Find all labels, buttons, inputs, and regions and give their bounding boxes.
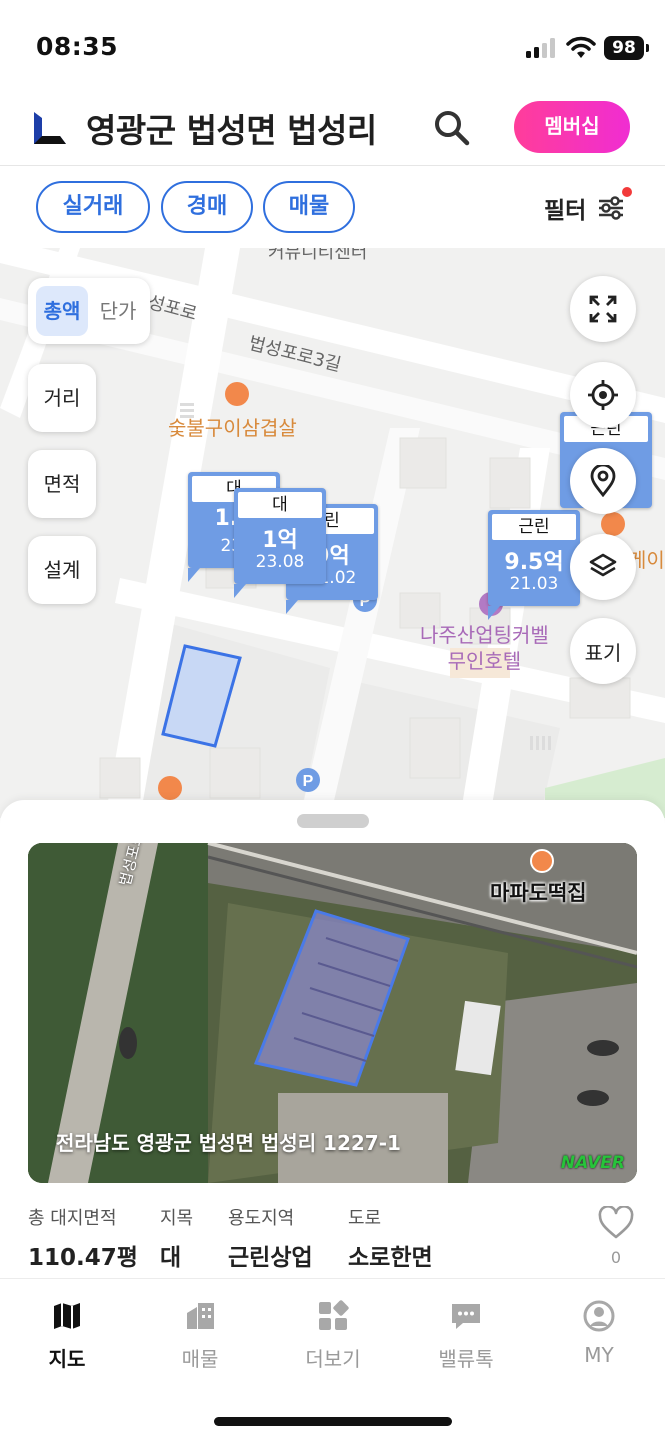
info-road: 도로 소로한면 (348, 1204, 433, 1272)
tab-more[interactable]: 더보기 (288, 1299, 378, 1372)
property-bottom-sheet: 법성포로3길 마파도떡집 전라남도 영광군 법성면 법성리 1227-1 NAV… (0, 800, 665, 1278)
tab-valuetalk[interactable]: 밸류톡 (421, 1299, 511, 1372)
layers-icon (589, 553, 617, 577)
tab-label: 매물 (181, 1347, 219, 1371)
satellite-image[interactable]: 법성포로3길 마파도떡집 전라남도 영광군 법성면 법성리 1227-1 NAV… (28, 843, 637, 1183)
display-options-label: 표기 (584, 640, 622, 665)
membership-button[interactable]: 멤버십 (514, 101, 630, 153)
tab-listing[interactable]: 매물 (155, 1299, 245, 1372)
marker-tail (234, 584, 246, 598)
filter-active-dot (622, 187, 633, 197)
info-label: 총 대지면적 (28, 1208, 117, 1229)
heart-icon (598, 1205, 634, 1239)
wifi-icon (566, 36, 596, 58)
parcel-address: 전라남도 영광군 법성면 법성리 1227-1 (56, 1131, 401, 1155)
chip-auction[interactable]: 경매 (161, 181, 253, 233)
price-mode-toggle: 총액 단가 (28, 278, 150, 344)
grid-icon (319, 1300, 349, 1330)
tab-map[interactable]: 지도 (22, 1299, 112, 1372)
marker-tail (286, 600, 298, 614)
hotel-name-line2: 무인호텔 (447, 649, 522, 673)
layers-button[interactable] (570, 534, 636, 600)
status-time: 08:35 (36, 32, 119, 61)
price-marker[interactable]: 근린 9.5억 21.03 (488, 510, 580, 620)
status-bar: 08:35 98 (0, 0, 665, 96)
tab-label: 더보기 (305, 1347, 361, 1371)
bottom-tab-bar: 지도 매물 더보기 밸류톡 MY (0, 1278, 665, 1440)
place-label-restaurant[interactable]: 숯불구이삼겹살 (168, 412, 297, 441)
info-label: 도로 (348, 1208, 382, 1229)
chip-listing[interactable]: 매물 (263, 181, 355, 233)
like-button[interactable]: 0 (592, 1205, 640, 1267)
display-options-button[interactable]: 표기 (570, 618, 636, 684)
like-count: 0 (610, 1248, 622, 1267)
info-value: 소로한면 (348, 1245, 433, 1271)
marker-amount: 1억 (262, 528, 298, 553)
building-icon (187, 1303, 214, 1329)
parcel-info-row: 총 대지면적 110.47평 지목 대 용도지역 근린상업 도로 소로한면 (28, 1204, 628, 1274)
app-logo-icon[interactable] (30, 108, 70, 148)
marker-amount: 9.5억 (504, 550, 564, 575)
location-pin-icon (590, 465, 616, 497)
sheet-drag-handle[interactable] (297, 814, 369, 828)
marker-tag: 근린 (492, 514, 576, 540)
svg-text:P: P (303, 773, 314, 790)
area-button[interactable]: 면적 (28, 450, 96, 518)
user-icon (583, 1300, 615, 1332)
pin-button[interactable] (570, 448, 636, 514)
chip-real-transaction[interactable]: 실거래 (36, 181, 150, 233)
info-label: 지목 (160, 1208, 194, 1229)
search-icon[interactable] (432, 108, 472, 148)
home-indicator (214, 1417, 452, 1426)
marker-date: 23.08 (255, 552, 305, 572)
design-button[interactable]: 설계 (28, 536, 96, 604)
map-icon (54, 1303, 80, 1329)
info-label: 용도지역 (228, 1208, 295, 1229)
hotel-name-line1: 나주산업팅커벨 (420, 623, 549, 647)
cellular-signal-icon (526, 38, 555, 58)
map-label-community-center: 커뮤니티센터 (268, 248, 368, 263)
filter-chips-row: 실거래 경매 매물 필터 (0, 167, 665, 247)
satellite-place-label: 마파도떡집 (490, 881, 587, 905)
fullscreen-button[interactable] (570, 276, 636, 342)
expand-icon (589, 295, 617, 323)
info-value: 근린상업 (228, 1245, 313, 1271)
toggle-unit-price[interactable]: 단가 (92, 286, 144, 336)
tab-my[interactable]: MY (554, 1299, 644, 1367)
place-label-hotel[interactable]: 나주산업팅커벨 무인호텔 (420, 622, 549, 674)
distance-button[interactable]: 거리 (28, 364, 96, 432)
map-view[interactable]: P P 커뮤니티센터 성포로 법성포로3길 숯불구이삼겹살 나주산업팅커벨 무인… (0, 248, 665, 818)
battery-indicator: 98 (604, 36, 649, 60)
my-location-button[interactable] (570, 362, 636, 428)
map-provider-logo: NAVER (560, 1153, 625, 1173)
marker-tag: 대 (238, 492, 322, 518)
app-header: 영광군 법성면 법성리 멤버십 (0, 96, 665, 166)
chat-icon (452, 1304, 480, 1329)
marker-tail (488, 606, 500, 620)
filter-label: 필터 (544, 198, 587, 224)
tab-label: 밸류톡 (438, 1347, 494, 1371)
page-title: 영광군 법성면 법성리 (86, 111, 377, 150)
marker-tail (188, 568, 200, 582)
info-value: 110.47평 (28, 1245, 138, 1271)
info-zoning: 용도지역 근린상업 (228, 1204, 313, 1272)
crosshair-icon (588, 380, 618, 410)
filter-button[interactable]: 필터 (544, 187, 633, 225)
marker-date: 21.03 (509, 574, 559, 594)
filter-sliders-icon (596, 187, 633, 223)
tab-label: MY (584, 1343, 614, 1367)
toggle-total-price[interactable]: 총액 (36, 286, 88, 336)
info-land-category: 지목 대 (160, 1204, 193, 1272)
tab-label: 지도 (48, 1347, 86, 1371)
price-marker[interactable]: 대 1억 23.08 (234, 488, 326, 598)
info-land-area: 총 대지면적 110.47평 (28, 1204, 138, 1272)
info-value: 대 (160, 1245, 182, 1271)
